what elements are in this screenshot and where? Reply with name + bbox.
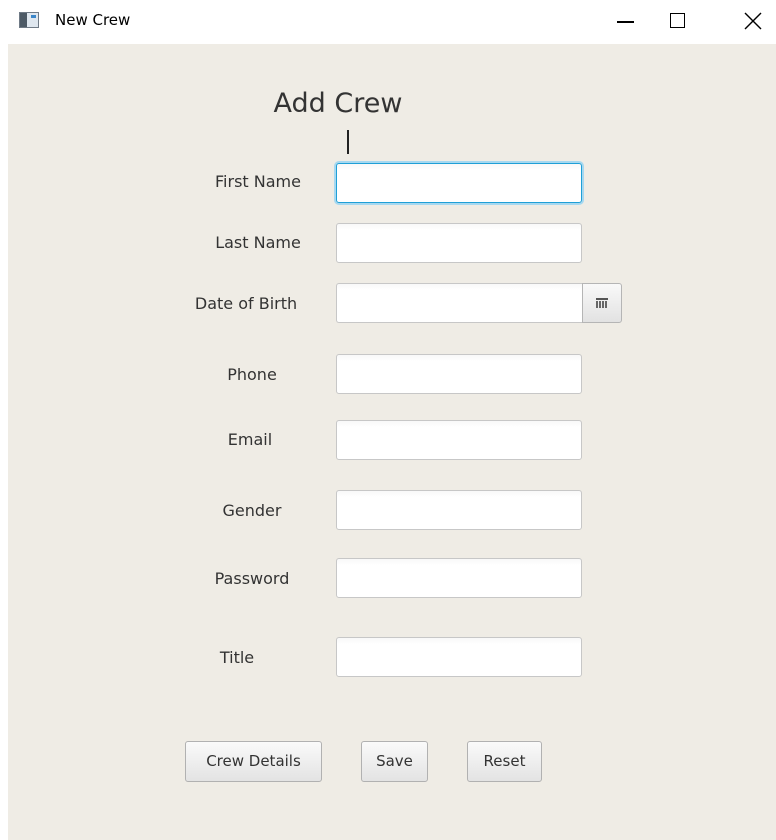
minimize-icon (617, 21, 634, 23)
password-input[interactable] (336, 558, 582, 598)
phone-input[interactable] (336, 354, 582, 394)
form-panel: Add Crew First Name Last Name Date of Bi… (8, 44, 776, 840)
text-cursor (347, 130, 349, 154)
minimize-button[interactable] (603, 0, 649, 44)
phone-label: Phone (227, 365, 277, 384)
window-title: New Crew (55, 11, 131, 29)
title-input[interactable] (336, 637, 582, 677)
calendar-icon (596, 298, 608, 308)
save-button[interactable]: Save (361, 741, 428, 782)
page-title: Add Crew (273, 88, 403, 119)
first-name-label: First Name (215, 172, 301, 191)
last-name-label: Last Name (215, 233, 301, 252)
maximize-icon (670, 13, 685, 28)
app-window-icon (19, 12, 39, 28)
password-label: Password (214, 569, 290, 588)
maximize-button[interactable] (655, 0, 701, 44)
close-button[interactable] (730, 0, 776, 44)
crew-details-button[interactable]: Crew Details (185, 741, 322, 782)
date-picker-button[interactable] (582, 283, 622, 323)
gender-input[interactable] (336, 490, 582, 530)
title-label: Title (219, 648, 255, 667)
date-of-birth-label: Date of Birth (194, 294, 298, 313)
email-input[interactable] (336, 420, 582, 460)
email-label: Email (227, 430, 273, 449)
title-bar: New Crew (0, 0, 776, 44)
reset-button[interactable]: Reset (467, 741, 542, 782)
gender-label: Gender (222, 501, 282, 520)
first-name-input[interactable] (336, 163, 582, 203)
close-icon (744, 12, 762, 30)
last-name-input[interactable] (336, 223, 582, 263)
app-window: New Crew Add Crew First Name Last Name D… (0, 0, 776, 840)
date-of-birth-input[interactable] (336, 283, 584, 323)
